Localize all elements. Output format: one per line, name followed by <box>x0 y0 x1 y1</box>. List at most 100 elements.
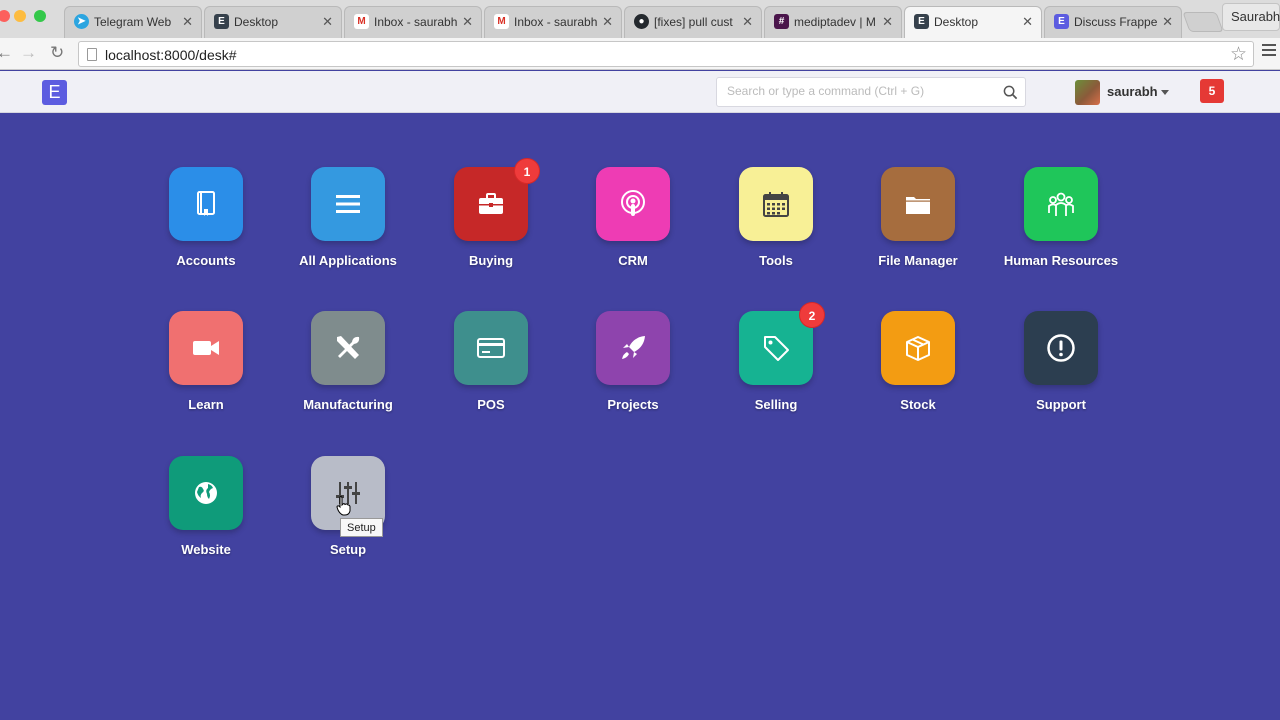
app-tile[interactable] <box>596 311 670 385</box>
url-text: localhost:8000/desk# <box>105 47 237 63</box>
app-tile[interactable] <box>311 167 385 241</box>
users-icon <box>1048 192 1074 216</box>
app-label: Learn <box>188 397 224 412</box>
app-tools[interactable]: Tools <box>701 167 851 287</box>
browser-tab[interactable]: E Discuss Frappe/ ✕ <box>1044 6 1182 38</box>
tag-icon <box>764 336 789 361</box>
app-projects[interactable]: Projects <box>558 311 708 431</box>
app-manufacturing[interactable]: Manufacturing <box>273 311 423 431</box>
video-icon <box>193 341 219 355</box>
search-bar[interactable] <box>716 77 1026 107</box>
app-pos[interactable]: POS <box>416 311 566 431</box>
app-selling[interactable]: 2 Selling <box>701 302 851 431</box>
browser-tab[interactable]: E Desktop ✕ <box>204 6 342 38</box>
app-human-resources[interactable]: Human Resources <box>986 167 1136 287</box>
box-icon <box>906 336 930 361</box>
username: saurabh <box>1107 84 1158 99</box>
browser-tab[interactable]: ➤ Telegram Web ✕ <box>64 6 202 38</box>
notification-badge[interactable]: 5 <box>1200 79 1224 103</box>
app-website[interactable]: Website <box>131 456 281 576</box>
maximize-window-button[interactable] <box>34 10 46 22</box>
tab-title: mediptadev | M <box>794 15 876 29</box>
address-bar[interactable]: localhost:8000/desk# ☆ <box>78 41 1254 67</box>
tab-title: Inbox - saurabh <box>374 15 457 29</box>
briefcase-icon <box>479 193 503 214</box>
app-tile[interactable] <box>169 311 243 385</box>
book-icon <box>197 191 215 216</box>
app-label: Buying <box>468 253 514 268</box>
app-accounts[interactable]: Accounts <box>131 167 281 287</box>
app-logo[interactable]: E <box>42 80 67 105</box>
app-label: All Applications <box>299 253 397 268</box>
tooltip: Setup <box>340 518 383 537</box>
search-icon[interactable] <box>1003 85 1018 100</box>
app-label: Projects <box>607 397 659 412</box>
app-tile[interactable] <box>1024 311 1098 385</box>
close-tab-icon[interactable]: ✕ <box>182 14 193 30</box>
minimize-window-button[interactable] <box>14 10 26 22</box>
globe-icon <box>195 482 217 504</box>
new-tab-button[interactable] <box>1182 12 1224 32</box>
search-input[interactable] <box>727 84 997 98</box>
close-tab-icon[interactable]: ✕ <box>742 14 753 30</box>
app-tile[interactable] <box>454 311 528 385</box>
gmail-icon: M <box>494 14 509 29</box>
app-label: POS <box>477 397 505 412</box>
close-window-button[interactable] <box>0 10 10 22</box>
app-label: CRM <box>618 253 648 268</box>
app-label: Human Resources <box>1003 253 1119 268</box>
app-navbar: E saurabh 5 <box>0 71 1280 113</box>
close-tab-icon[interactable]: ✕ <box>322 14 333 30</box>
bookmark-star-icon[interactable]: ☆ <box>1230 43 1247 66</box>
back-icon[interactable]: ← <box>0 43 13 63</box>
app-tile[interactable] <box>1024 167 1098 241</box>
browser-toolbar: ← → ↻ localhost:8000/desk# ☆ <box>0 38 1280 70</box>
app-all-applications[interactable]: All Applications <box>273 167 423 287</box>
app-setup[interactable]: Setup <box>273 456 423 576</box>
browser-tab[interactable]: # mediptadev | M ✕ <box>764 6 902 38</box>
app-label: Website <box>181 542 231 557</box>
tab-title: Discuss Frappe/ <box>1074 15 1157 29</box>
rocket-icon <box>622 336 645 359</box>
browser-profile-button[interactable]: Saurabh <box>1222 3 1280 31</box>
alert-icon <box>1047 334 1075 362</box>
close-tab-icon[interactable]: ✕ <box>1162 14 1173 30</box>
app-tile[interactable] <box>311 311 385 385</box>
podcast-icon <box>621 190 645 216</box>
telegram-icon: ➤ <box>74 14 89 29</box>
app-stock[interactable]: Stock <box>843 311 993 431</box>
app-label: Stock <box>900 397 936 412</box>
app-tile[interactable] <box>169 167 243 241</box>
chevron-down-icon <box>1161 90 1169 95</box>
avatar[interactable] <box>1075 80 1100 105</box>
app-buying[interactable]: 1 Buying <box>416 158 566 287</box>
browser-menu-icon[interactable] <box>1262 44 1276 59</box>
app-label: Support <box>1036 397 1086 412</box>
browser-tab[interactable]: M Inbox - saurabh ✕ <box>484 6 622 38</box>
app-label: Setup <box>329 542 367 557</box>
app-tile[interactable] <box>881 311 955 385</box>
browser-tab-active[interactable]: E Desktop ✕ <box>904 6 1042 38</box>
browser-tab[interactable]: M Inbox - saurabh ✕ <box>344 6 482 38</box>
app-support[interactable]: Support <box>986 311 1136 431</box>
app-label: Selling <box>754 397 798 412</box>
close-tab-icon[interactable]: ✕ <box>1022 14 1033 30</box>
credit-card-icon <box>477 338 505 358</box>
app-tile[interactable] <box>596 167 670 241</box>
app-tile[interactable] <box>169 456 243 530</box>
app-crm[interactable]: CRM <box>558 167 708 287</box>
close-tab-icon[interactable]: ✕ <box>462 14 473 30</box>
app-file-manager[interactable]: File Manager <box>843 167 993 287</box>
app-learn[interactable]: Learn <box>131 311 281 431</box>
slack-icon: # <box>774 14 789 29</box>
erpnext-icon: E <box>214 14 229 29</box>
tab-title: Inbox - saurabh <box>514 15 597 29</box>
close-tab-icon[interactable]: ✕ <box>602 14 613 30</box>
browser-tab[interactable]: ● [fixes] pull cust ✕ <box>624 6 762 38</box>
reload-icon[interactable]: ↻ <box>50 43 64 63</box>
app-tile[interactable] <box>881 167 955 241</box>
gmail-icon: M <box>354 14 369 29</box>
close-tab-icon[interactable]: ✕ <box>882 14 893 30</box>
app-tile[interactable] <box>739 167 813 241</box>
forward-icon[interactable]: → <box>20 43 37 63</box>
